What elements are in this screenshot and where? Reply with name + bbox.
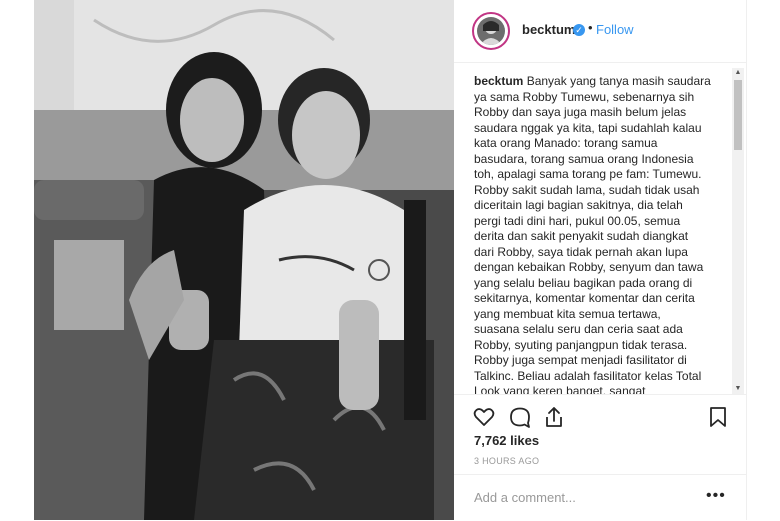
share-icon[interactable] (542, 405, 566, 429)
comment-icon[interactable] (508, 405, 532, 429)
verified-badge-icon: ✓ (573, 24, 585, 36)
scrollbar-thumb[interactable] (734, 80, 742, 150)
caption-username[interactable]: becktum (474, 74, 523, 88)
caption-line: Talkinc. Beliau adalah fasilitator kelas… (474, 368, 702, 383)
scroll-up-icon[interactable]: ▲ (732, 68, 744, 78)
add-comment-input[interactable]: Add a comment... (474, 490, 576, 505)
post-side-panel: becktum ✓ • Follow becktum Banyak yang t… (454, 0, 747, 520)
avatar-image (477, 17, 505, 45)
caption-line: diceritain lagi bagian sakitnya, dia tel… (474, 198, 683, 212)
heart-icon[interactable] (472, 405, 496, 429)
caption-line: pergi tadi dini hari, pukul 00.05, semua (474, 213, 681, 228)
caption-line: yang selalu beliau bagikan pada orang di (474, 275, 693, 290)
caption-line: dengan kebaikan Robby, senyum dan tawa (474, 260, 704, 274)
caption-line: Robby juga sempat menjadi fasilitator di (474, 353, 687, 367)
comment-bar: Add a comment... ••• (454, 474, 746, 521)
follow-button[interactable]: Follow (596, 22, 634, 37)
caption-line: yang membuat kita semua tertawa, (474, 306, 661, 321)
caption-scroll-area[interactable]: becktum Banyak yang tanya masih saudara … (454, 68, 746, 394)
likes-count[interactable]: 7,762 likes (474, 433, 539, 448)
caption-text: becktum Banyak yang tanya masih saudara … (474, 74, 724, 394)
caption-line: Robby sakit sudah lama, sudah tidak usah (474, 182, 700, 197)
action-bar (454, 394, 746, 435)
caption-line: Robby dan saya juga masih belum jelas (474, 105, 687, 119)
caption-line: basudara, torang samua orang Indonesia (474, 151, 694, 166)
post-photo[interactable] (34, 0, 454, 520)
more-options-icon[interactable]: ••• (706, 487, 726, 505)
caption-line: saudara nggak ya kita, tapi sudahlah kal… (474, 120, 702, 135)
post-header: becktum ✓ • Follow (454, 0, 746, 63)
caption-line: Look yang keren banget, sangat (474, 384, 646, 394)
caption-line: derita dan sakit penyakit sudah diangkat (474, 229, 689, 243)
caption-scrollbar[interactable]: ▲ ▼ (732, 68, 744, 394)
caption-line: ya sama Robby Tumewu, sebenarnya sih (474, 89, 695, 104)
caption-line: kata orang Manado: torang samua (474, 136, 658, 150)
username-link[interactable]: becktum (522, 22, 575, 37)
post-timestamp: 3 HOURS AGO (474, 456, 540, 466)
caption-line: sekitarnya, komentar komentar dan cerita (474, 291, 695, 305)
caption-line: dari Robby, saya tidak pernah akan lupa (474, 244, 688, 259)
caption-line: toh, apalagi sama torang pe fam: Tumewu. (474, 167, 702, 181)
separator-dot: • (588, 20, 593, 35)
caption-line: Robby, syuting panjangpun tidak terasa. (474, 337, 688, 352)
avatar[interactable] (472, 12, 510, 50)
caption-line: Banyak yang tanya masih saudara (526, 74, 711, 88)
scroll-down-icon[interactable]: ▼ (732, 384, 744, 394)
caption-line: suasana selalu seru dan ceria saat ada (474, 322, 683, 336)
bookmark-icon[interactable] (706, 405, 730, 429)
photo-illustration (34, 0, 454, 520)
